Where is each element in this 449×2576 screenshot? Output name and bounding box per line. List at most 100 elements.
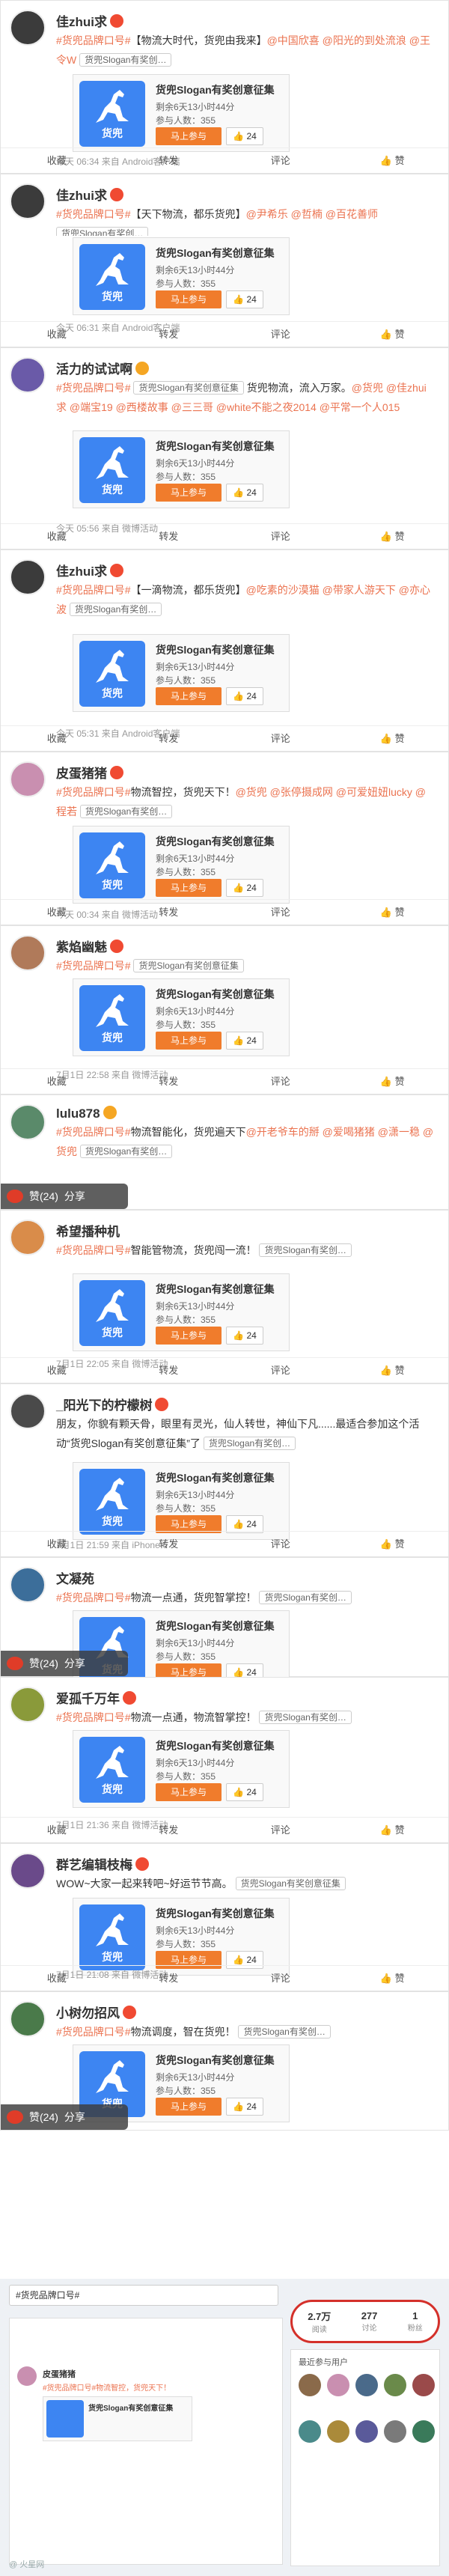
hashtag-link[interactable]: #货兜品牌口号#	[56, 960, 131, 972]
poll-card[interactable]: 货兜 货兜Slogan有奖创意征集 剩余6天13小时44分 参与人数：355 马…	[73, 826, 290, 904]
comment-button[interactable]: 评论	[224, 1532, 337, 1556]
poll-card[interactable]: 货兜 货兜Slogan有奖创意征集 剩余6天13小时44分 参与人数：355 马…	[73, 1730, 290, 1808]
hashtag-link[interactable]: #货兜品牌口号#	[56, 584, 131, 596]
avatar[interactable]	[10, 1687, 46, 1723]
poll-like-button[interactable]: 👍 24	[226, 1032, 263, 1050]
like-button[interactable]: 👍 赞	[337, 524, 449, 549]
topic-chip[interactable]: 货兜Slogan有奖创…	[238, 2025, 331, 2038]
post-username[interactable]: 佳zhui求	[56, 11, 123, 30]
join-poll-button[interactable]: 马上参与	[156, 290, 222, 308]
participant-avatar[interactable]	[355, 2374, 378, 2396]
topic-chip[interactable]: 货兜Slogan有奖创意征集	[133, 959, 244, 972]
poll-card[interactable]: 货兜 货兜Slogan有奖创意征集 剩余6天13小时44分 参与人数：355 马…	[73, 1898, 290, 1976]
topic-chip[interactable]: 货兜Slogan有奖创意征集	[235, 1877, 346, 1890]
avatar[interactable]	[10, 559, 46, 595]
forward-button[interactable]: 转发	[113, 1966, 225, 1991]
overlay-like-button[interactable]: 赞(24)	[29, 1651, 58, 1676]
collect-button[interactable]: 收藏	[1, 524, 113, 549]
participant-avatar[interactable]	[384, 2420, 406, 2443]
topic-chip[interactable]: 货兜Slogan有奖创…	[69, 603, 162, 616]
comment-button[interactable]: 评论	[224, 1069, 337, 1094]
collect-button[interactable]: 收藏	[1, 726, 113, 751]
participant-avatar[interactable]	[412, 2420, 435, 2443]
participant-avatar[interactable]	[327, 2420, 349, 2443]
post-username[interactable]: 皮蛋猪猪	[56, 763, 123, 782]
forward-button[interactable]: 转发	[113, 726, 225, 751]
poll-card[interactable]: 货兜 货兜Slogan有奖创意征集 剩余6天13小时44分 参与人数：355 马…	[73, 978, 290, 1056]
poll-like-button[interactable]: 👍 24	[226, 2098, 263, 2116]
avatar[interactable]	[10, 10, 46, 46]
forward-button[interactable]: 转发	[113, 1532, 225, 1556]
hashtag-link[interactable]: #货兜品牌口号#	[56, 1711, 131, 1723]
poll-like-button[interactable]: 👍 24	[226, 1783, 263, 1801]
avatar[interactable]	[10, 761, 46, 797]
avatar[interactable]	[10, 2001, 46, 2037]
topic-chip[interactable]: 货兜Slogan有奖创…	[56, 227, 149, 236]
like-button[interactable]: 👍 赞	[337, 1966, 449, 1991]
like-button[interactable]: 👍 赞	[337, 148, 449, 173]
join-poll-button[interactable]: 马上参与	[156, 2098, 222, 2116]
hashtag-link[interactable]: #货兜品牌口号#	[56, 1244, 131, 1256]
avatar[interactable]	[10, 1104, 46, 1140]
participant-avatar[interactable]	[299, 2374, 321, 2396]
join-poll-button[interactable]: 马上参与	[156, 1783, 222, 1801]
collect-button[interactable]: 收藏	[1, 148, 113, 173]
poll-like-button[interactable]: 👍 24	[226, 1327, 263, 1345]
collect-button[interactable]: 收藏	[1, 1069, 113, 1094]
poll-card[interactable]: 货兜 货兜Slogan有奖创意征集 剩余6天13小时44分 参与人数：355 马…	[73, 1462, 290, 1540]
poll-like-button[interactable]: 👍 24	[226, 687, 263, 705]
forward-button[interactable]: 转发	[113, 1818, 225, 1842]
avatar[interactable]	[10, 1393, 46, 1429]
like-button[interactable]: 👍 赞	[337, 1818, 449, 1842]
topic-chip[interactable]: 货兜Slogan有奖创…	[79, 53, 172, 67]
comment-button[interactable]: 评论	[224, 1358, 337, 1383]
join-poll-button[interactable]: 马上参与	[156, 127, 222, 145]
forward-button[interactable]: 转发	[113, 1358, 225, 1383]
poll-card[interactable]: 货兜 货兜Slogan有奖创意征集 剩余6天13小时44分 参与人数：355 马…	[73, 430, 290, 508]
topic-chip[interactable]: 货兜Slogan有奖创…	[79, 805, 173, 818]
avatar[interactable]	[10, 935, 46, 971]
hashtag-link[interactable]: #货兜品牌口号#	[56, 1126, 131, 1138]
comment-button[interactable]: 评论	[224, 148, 337, 173]
join-poll-button[interactable]: 马上参与	[156, 1032, 222, 1050]
forward-button[interactable]: 转发	[113, 524, 225, 549]
forward-button[interactable]: 转发	[113, 900, 225, 925]
topic-chip[interactable]: 货兜Slogan有奖创…	[203, 1437, 296, 1450]
poll-card[interactable]: 货兜 货兜Slogan有奖创意征集 剩余6天13小时44分 参与人数：355 马…	[73, 634, 290, 712]
avatar[interactable]	[10, 183, 46, 219]
post-username[interactable]: lulu878	[56, 1106, 117, 1121]
participant-avatar[interactable]	[299, 2420, 321, 2443]
poll-card[interactable]: 货兜 货兜Slogan有奖创意征集 剩余6天13小时44分 参与人数：355 马…	[73, 1273, 290, 1351]
like-button[interactable]: 👍 赞	[337, 726, 449, 751]
forward-button[interactable]: 转发	[113, 148, 225, 173]
post-username[interactable]: _阳光下的柠檬树	[56, 1395, 169, 1413]
join-poll-button[interactable]: 马上参与	[156, 1327, 222, 1345]
like-button[interactable]: 👍 赞	[337, 1069, 449, 1094]
hashtag-link[interactable]: #货兜品牌口号#	[56, 382, 131, 394]
avatar[interactable]	[10, 357, 46, 393]
hashtag-link[interactable]: #货兜品牌口号#	[56, 208, 131, 220]
participant-avatar[interactable]	[384, 2374, 406, 2396]
topic-chip[interactable]: 货兜Slogan有奖创…	[259, 1711, 352, 1724]
like-button[interactable]: 👍 赞	[337, 1358, 449, 1383]
like-button[interactable]: 👍 赞	[337, 322, 449, 347]
avatar[interactable]	[10, 1567, 46, 1603]
mention-links[interactable]: @尹希乐 @哲楠 @百花善师	[246, 208, 378, 220]
comment-button[interactable]: 评论	[224, 726, 337, 751]
poll-card[interactable]: 货兜 货兜Slogan有奖创意征集 剩余6天13小时44分 参与人数：355 马…	[73, 74, 290, 152]
join-poll-button[interactable]: 马上参与	[156, 687, 222, 705]
join-poll-button[interactable]: 马上参与	[156, 879, 222, 897]
topic-chip[interactable]: 货兜Slogan有奖创意征集	[133, 381, 244, 395]
collect-button[interactable]: 收藏	[1, 1966, 113, 1991]
post-username[interactable]: 佳zhui求	[56, 561, 123, 579]
collect-button[interactable]: 收藏	[1, 1818, 113, 1842]
participant-avatar[interactable]	[327, 2374, 349, 2396]
poll-card[interactable]: 货兜 货兜Slogan有奖创意征集 剩余6天13小时44分 参与人数：355 马…	[73, 237, 290, 315]
overlay-share-button[interactable]: 分享	[64, 1651, 85, 1676]
overlay-share-button[interactable]: 分享	[64, 1184, 85, 1209]
comment-button[interactable]: 评论	[224, 900, 337, 925]
mini-poll-card[interactable]: 货兜Slogan有奖创意征集	[43, 2396, 192, 2441]
avatar[interactable]	[10, 1853, 46, 1889]
participant-avatar[interactable]	[355, 2420, 378, 2443]
like-button[interactable]: 👍 赞	[337, 900, 449, 925]
